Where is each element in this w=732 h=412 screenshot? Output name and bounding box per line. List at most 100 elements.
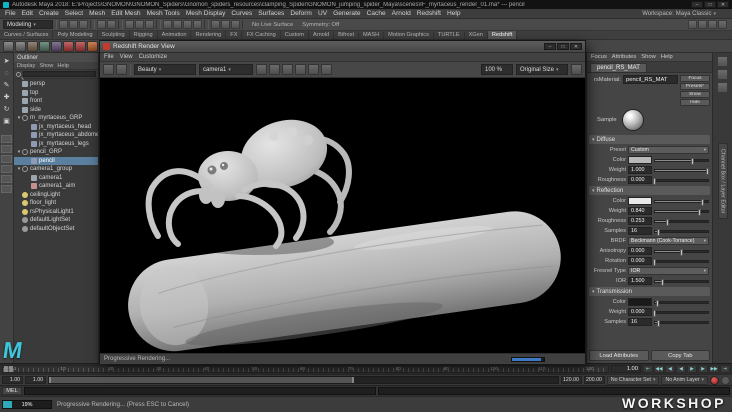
color-swatch-color[interactable] xyxy=(628,156,652,164)
attribute-editor-icon[interactable] xyxy=(717,56,728,67)
material-sample-swatch[interactable] xyxy=(621,109,644,131)
attr-slider-color[interactable] xyxy=(654,157,709,165)
command-input[interactable] xyxy=(24,387,376,395)
attr-slider-weight[interactable] xyxy=(653,309,709,317)
snap-point-icon[interactable] xyxy=(183,20,192,29)
slider-handle[interactable] xyxy=(655,299,659,307)
current-time-field[interactable]: 1.00 xyxy=(611,365,641,373)
stop-render-icon[interactable] xyxy=(269,64,280,75)
attr-field-samples[interactable]: 16 xyxy=(628,227,652,235)
rotate-tool[interactable]: ↻ xyxy=(1,103,13,115)
shelf-icon-3[interactable] xyxy=(27,40,38,52)
outliner-item-ceilinglight[interactable]: ceilingLight xyxy=(14,191,98,200)
shelf-tab-custom[interactable]: Custom xyxy=(281,31,309,39)
animation-preferences-icon[interactable] xyxy=(721,375,730,385)
shelf-tab-animation[interactable]: Animation xyxy=(158,31,192,39)
render-view-menu-file[interactable]: File xyxy=(104,54,114,60)
menu-surfaces[interactable]: Surfaces xyxy=(255,10,287,17)
shelf-icon-8[interactable] xyxy=(87,40,98,52)
outliner-menu-help[interactable]: Help xyxy=(57,63,69,69)
range-start-field-2[interactable]: 1.00 xyxy=(25,376,46,384)
shelf-tab-motion-graphics[interactable]: Motion Graphics xyxy=(384,31,434,39)
menu-deform[interactable]: Deform xyxy=(287,10,315,17)
color-swatch-color[interactable] xyxy=(628,197,652,205)
four-pane-layout[interactable] xyxy=(1,145,12,153)
attr-slider-weight[interactable] xyxy=(654,208,709,216)
shelf-icon-7[interactable] xyxy=(75,40,86,52)
shelf-icon-6[interactable] xyxy=(63,40,74,52)
play-forwards-icon[interactable]: ▶ xyxy=(687,365,697,373)
attr-slider-rotation[interactable] xyxy=(653,258,709,266)
menu-cache[interactable]: Cache xyxy=(364,10,389,17)
tab-pencil-rs-mat[interactable]: pencil_RS_MAT xyxy=(590,63,647,72)
outliner-item-jx-myrtaceus-abdomen[interactable]: jx_myrtaceus_abdomen xyxy=(14,131,98,140)
outliner-menu-display[interactable]: Display xyxy=(17,63,35,69)
region-render-icon[interactable] xyxy=(282,64,293,75)
slider-handle[interactable] xyxy=(660,278,664,286)
channel-box-icon[interactable] xyxy=(718,20,727,29)
persp-outliner-layout[interactable] xyxy=(1,155,12,163)
auto-keyframe-toggle-icon[interactable] xyxy=(710,375,719,385)
attribute-editor-icon[interactable] xyxy=(698,20,707,29)
render-view-menu-customize[interactable]: Customize xyxy=(139,54,167,60)
ipr-render-icon[interactable] xyxy=(221,20,230,29)
render-camera-dropdown[interactable]: camera1 xyxy=(199,64,253,75)
timeline-ruler[interactable]: 1 1 10 20 30 40 50 60 70 80 90 100 110 120 xyxy=(2,365,609,373)
hypershade-layout[interactable] xyxy=(1,175,12,183)
attr-field-anisotropy[interactable]: 0.000 xyxy=(628,247,652,255)
save-image-icon[interactable] xyxy=(103,64,114,75)
outliner-item-side[interactable]: side xyxy=(14,106,98,115)
outliner-search-input[interactable] xyxy=(23,71,96,77)
redo-icon[interactable] xyxy=(107,20,116,29)
display-size-dropdown[interactable]: Original Size xyxy=(516,64,568,75)
material-name-field[interactable]: pencil_RS_MAT xyxy=(623,75,678,84)
current-frame-marker[interactable]: 1 xyxy=(4,366,13,372)
step-forward-frame-icon[interactable]: ▶▶ xyxy=(709,365,719,373)
outliner-item-m-myrtaceus-grp[interactable]: ▾ m_myrtaceus_GRP xyxy=(14,114,98,123)
slider-handle[interactable] xyxy=(691,157,695,165)
go-to-end-icon[interactable]: ⇥ xyxy=(720,365,730,373)
render-settings-icon[interactable] xyxy=(231,20,240,29)
slider-handle[interactable] xyxy=(657,228,661,236)
zoom-level-field[interactable]: 100 % xyxy=(481,64,513,75)
range-slider-handle-bar[interactable] xyxy=(49,377,355,383)
render-frame-icon[interactable] xyxy=(211,20,220,29)
attr-dropdown-preset[interactable]: Custom xyxy=(628,146,709,154)
slider-handle[interactable] xyxy=(700,198,704,206)
anim-layer-dropdown[interactable]: No Anim Layer xyxy=(661,375,708,385)
outliner-item-defaultobjectset[interactable]: defaultObjectSet xyxy=(14,225,98,234)
ae-menu-focus[interactable]: Focus xyxy=(591,54,607,60)
live-surface-label[interactable]: No Live Surface xyxy=(252,22,293,28)
window-maximize-button[interactable]: □ xyxy=(704,1,716,8)
attr-slider-weight[interactable] xyxy=(654,167,709,175)
shelf-tab-redshift[interactable]: Redshift xyxy=(487,31,518,39)
attr-dropdown-brdf[interactable]: Beckmann (Cook-Torrance) xyxy=(628,237,709,245)
save-scene-icon[interactable] xyxy=(79,20,88,29)
attr-field-ior[interactable]: 1.500 xyxy=(628,277,652,285)
color-swatch-color[interactable] xyxy=(628,298,652,306)
start-ipr-icon[interactable] xyxy=(256,64,267,75)
slider-handle[interactable] xyxy=(679,248,683,256)
step-back-frame-icon[interactable]: ◀◀ xyxy=(654,365,664,373)
shelf-tab-arnold[interactable]: Arnold xyxy=(309,31,335,39)
window-close-button[interactable]: ✕ xyxy=(717,1,729,8)
attr-slider-color[interactable] xyxy=(654,198,709,206)
window-minimize-button[interactable]: – xyxy=(691,1,703,8)
slider-handle[interactable] xyxy=(653,258,656,266)
outliner-menu-show[interactable]: Show xyxy=(39,63,53,69)
tool-settings-icon[interactable] xyxy=(708,20,717,29)
shelf-tab-rendering[interactable]: Rendering xyxy=(191,31,227,39)
ae-menu-show[interactable]: Show xyxy=(641,54,656,60)
render-view-close-button[interactable]: ✕ xyxy=(570,43,582,50)
slider-handle[interactable] xyxy=(657,319,661,327)
shelf-tab-xgen[interactable]: XGen xyxy=(465,31,488,39)
attr-field-weight[interactable]: 0.840 xyxy=(628,207,652,215)
render-view-menu-view[interactable]: View xyxy=(120,54,133,60)
uv-editor-layout[interactable] xyxy=(1,185,12,193)
snap-curve-icon[interactable] xyxy=(173,20,182,29)
menu-select[interactable]: Select xyxy=(62,10,86,17)
menu-mesh-tools[interactable]: Mesh Tools xyxy=(144,10,183,17)
render-view-titlebar[interactable]: Redshift Render View – □ ✕ xyxy=(100,41,585,53)
section-header-transmission[interactable]: Transmission xyxy=(589,287,710,296)
snap-plane-icon[interactable] xyxy=(193,20,202,29)
